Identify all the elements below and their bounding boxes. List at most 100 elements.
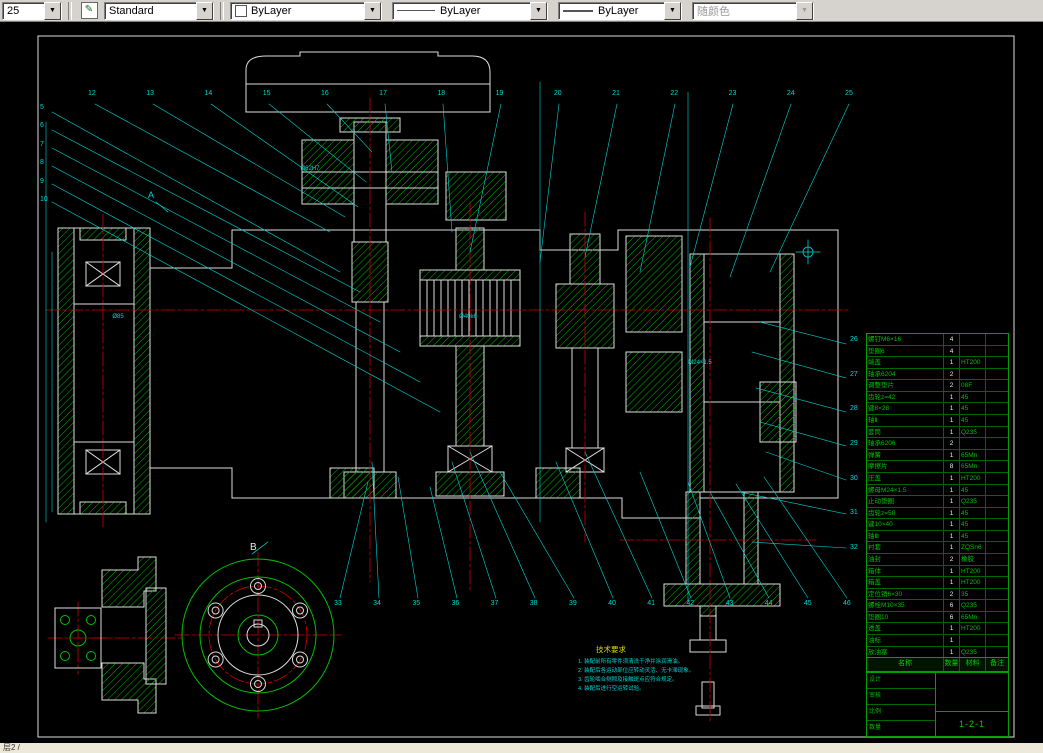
balloon-number: 29: [850, 439, 858, 447]
lineweight-combo[interactable]: ByLayer ▼: [558, 1, 682, 20]
balloon-number: 40: [608, 600, 616, 607]
balloon-number: 41: [647, 600, 656, 607]
text-style-combo[interactable]: Standard ▼: [104, 1, 214, 20]
layout-tab[interactable]: 层2 /: [3, 743, 20, 752]
parts-row: 轴承6206 2: [867, 437, 1008, 449]
balloon-number: 33: [334, 600, 342, 607]
svg-text:4. 装配后进行空运转试验。: 4. 装配后进行空运转试验。: [578, 684, 645, 692]
balloon-number: 31: [850, 509, 858, 517]
parts-row: 止动垫圈 1 Q235: [867, 495, 1008, 507]
chevron-down-icon[interactable]: ▼: [530, 1, 547, 20]
parts-row: 键10×40 1 45: [867, 518, 1008, 530]
svg-text:Ø40k6: Ø40k6: [459, 314, 477, 320]
balloon-number: 45: [803, 600, 812, 607]
upper-gear-cluster: [301, 117, 507, 243]
plot-style-combo: 随颜色 ▼: [692, 1, 814, 20]
linetype-combo[interactable]: ByLayer ▼: [392, 1, 548, 20]
chevron-down-icon[interactable]: ▼: [44, 1, 61, 20]
technical-notes: 技术要求 1. 装配前所有零件须清洗干净并涂润滑油。 2. 装配后各运动部位应转…: [578, 644, 694, 692]
balloon-number: 19: [495, 90, 504, 97]
layer-edit-icon: ✎: [80, 2, 98, 19]
header-note: 备注: [985, 658, 1008, 671]
dim-style-combo[interactable]: 25 ▼: [2, 1, 62, 20]
balloon-number: 15: [262, 90, 271, 97]
header-qty: 数量: [943, 658, 959, 671]
parts-row: 定位销6×30 2 35: [867, 587, 1008, 600]
svg-text:2. 装配后各运动部位应转动灵活、无卡滞现象。: 2. 装配后各运动部位应转动灵活、无卡滞现象。: [578, 666, 694, 674]
chevron-down-icon[interactable]: ▼: [664, 1, 681, 20]
parts-row: 齿轮z=42 1 45: [867, 390, 1008, 403]
parts-row: 螺钉M6×16 4: [867, 334, 1008, 345]
chevron-down-icon[interactable]: ▼: [364, 1, 381, 20]
linetype-value: ByLayer: [440, 4, 481, 17]
balloon-number: 13: [146, 90, 155, 97]
balloon-number: 35: [412, 600, 421, 607]
balloon-number: 38: [529, 600, 538, 607]
balloon-column-right: 26 27 28 29 30 31 32: [850, 336, 858, 552]
color-combo[interactable]: ByLayer ▼: [230, 1, 382, 20]
plot-style-value: 随颜色: [697, 5, 730, 18]
cad-application-window: 25 ▼ ✎ Standard ▼ ByLayer ▼ ByLayer ▼ By…: [0, 0, 1043, 753]
parts-row: 放油塞 1 Q235: [867, 645, 1008, 658]
parts-row: 箱盖 1 HT200: [867, 576, 1008, 588]
drawing-canvas[interactable]: B A Ø62H7 Ø40k6 M24×1.5 Ø85 技术要求 1. 装配前所…: [0, 22, 1043, 743]
base-block-left: [329, 467, 375, 499]
toolbar: 25 ▼ ✎ Standard ▼ ByLayer ▼ ByLayer ▼ By…: [0, 0, 1043, 22]
svg-text:A: A: [148, 190, 154, 200]
text-style-value: Standard: [109, 4, 154, 17]
svg-text:3. 齿轮啮合侧隙及接触斑点应符合规定。: 3. 齿轮啮合侧隙及接触斑点应符合规定。: [578, 675, 678, 683]
parts-row: 透盖 1 HT200: [867, 622, 1008, 635]
chevron-down-icon[interactable]: ▼: [196, 1, 213, 20]
balloon-row-bottom: 33 34 35 36 37 38 39 40 41 42 43 44 45 46: [334, 600, 851, 608]
header-material: 材料: [959, 658, 985, 671]
jaw-bracket-detail-view: [101, 556, 167, 714]
parts-row: 轴承6204 2: [867, 367, 1008, 380]
balloon-number: 32: [850, 543, 858, 551]
parts-row: 齿轮z=58 1 45: [867, 506, 1008, 519]
lineweight-sample-icon: [563, 9, 593, 12]
balloon-number: 22: [670, 90, 679, 97]
title-block-label: 设计: [869, 677, 882, 683]
balloon-number: 43: [725, 600, 734, 607]
balloon-number: 12: [88, 90, 96, 97]
balloon-number: 39: [568, 600, 577, 607]
parts-row: 端盖 1 HT200: [867, 356, 1008, 368]
osnap-marker-icon: [795, 239, 821, 265]
toolbar-separator: [68, 1, 72, 20]
balloon-number: 27: [850, 370, 858, 378]
svg-text:Ø62H7: Ø62H7: [300, 166, 320, 172]
balloon-number: 44: [764, 600, 773, 607]
balloon-number: 42: [686, 600, 695, 607]
right-cluster-assembly: [625, 235, 797, 716]
parts-row: 垫圈6 4: [867, 344, 1008, 357]
parts-row: 螺母M24×1.5 1 45: [867, 483, 1008, 496]
parts-row: 箱体 1 HT200: [867, 564, 1008, 577]
chevron-down-icon: ▼: [796, 1, 813, 20]
parts-row: 衬套 1 ZQSn6: [867, 541, 1008, 553]
parts-row: 油标 1: [867, 634, 1008, 646]
balloon-number: 6: [40, 122, 44, 130]
balloon-number: 34: [373, 600, 381, 607]
parts-row: 轴Ⅱ 1 45: [867, 414, 1008, 426]
header-name: 名称: [898, 660, 912, 667]
svg-text:M24×1.5: M24×1.5: [688, 360, 712, 366]
balloon-number: 25: [845, 90, 853, 97]
parts-row: 键8×28 1 45: [867, 402, 1008, 415]
status-bar: 层2 /: [0, 743, 1043, 753]
balloon-number: 20: [553, 90, 562, 97]
parts-row: 垫圈10 6 65Mn: [867, 610, 1008, 623]
parts-row: 摩擦片 8 65Mn: [867, 460, 1008, 472]
lineweight-value: ByLayer: [598, 4, 639, 17]
balloon-number: 7: [40, 140, 44, 148]
balloon-number: 46: [843, 600, 851, 607]
balloon-number: 17: [379, 90, 387, 97]
make-layer-current-button[interactable]: ✎: [78, 0, 100, 21]
balloon-number: 30: [850, 474, 858, 482]
balloon-number: 8: [40, 159, 44, 167]
parts-row: 弹簧 1 65Mn: [867, 448, 1008, 461]
linetype-sample-icon: [397, 10, 435, 11]
parts-row: 油封 2 橡胶: [867, 552, 1008, 565]
view-a-marker: A: [148, 190, 169, 213]
parts-row: 轴Ⅲ 1 45: [867, 529, 1008, 542]
base-block-right: [535, 467, 581, 499]
